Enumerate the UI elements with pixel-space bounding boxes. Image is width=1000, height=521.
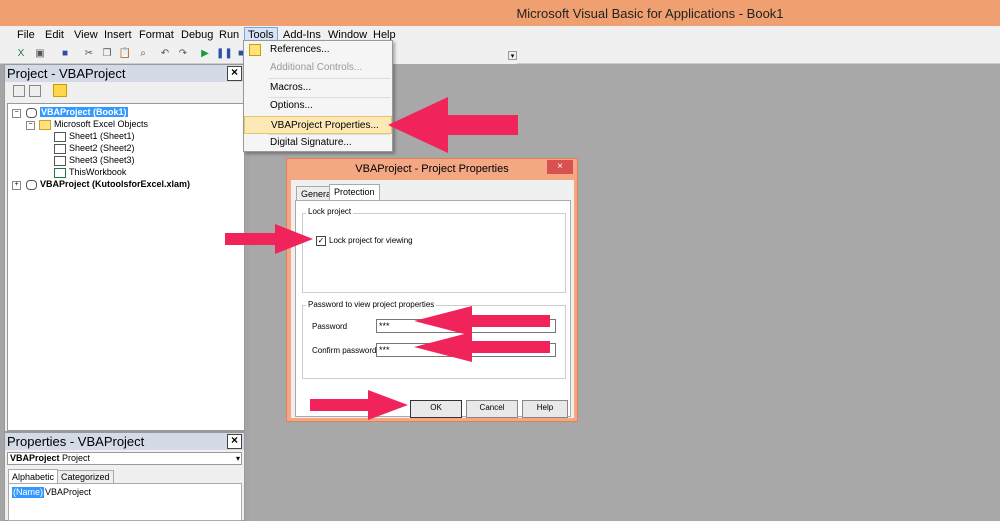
- properties-panel-title: Properties - VBAProject: [5, 433, 244, 450]
- undo-icon[interactable]: ↶: [158, 47, 172, 61]
- save-icon[interactable]: ■: [58, 47, 72, 61]
- annotation-arrow-menu: [388, 97, 518, 153]
- close-icon[interactable]: ×: [547, 160, 573, 174]
- tree-item-project-book1[interactable]: VBAProject (Book1): [26, 107, 128, 118]
- menu-item-digital-signature[interactable]: Digital Signature...: [244, 134, 392, 152]
- project-tree: − VBAProject (Book1) − Microsoft Excel O…: [7, 103, 245, 431]
- menu-item-additional-controls: Additional Controls...: [270, 62, 363, 73]
- properties-window: Properties - VBAProject × VBAProject Pro…: [4, 432, 245, 521]
- tree-item-folder[interactable]: Microsoft Excel Objects: [39, 119, 148, 130]
- project-explorer: Project - VBAProject × − VBAProject (Boo…: [4, 64, 245, 432]
- dialog-title: VBAProject - Project Properties: [355, 163, 509, 175]
- find-icon[interactable]: ⌕: [136, 47, 150, 61]
- collapse-icon[interactable]: −: [26, 121, 35, 130]
- annotation-arrow-confirm: [414, 332, 550, 362]
- tab-alphabetic[interactable]: Alphabetic: [8, 469, 59, 483]
- menu-item-references[interactable]: References...: [244, 41, 392, 59]
- break-icon[interactable]: ❚❚: [216, 47, 233, 61]
- menu-view[interactable]: View: [71, 28, 101, 42]
- copy-icon[interactable]: ❐: [100, 47, 114, 61]
- tree-item-project-kutools[interactable]: VBAProject (KutoolsforExcel.xlam): [26, 179, 190, 190]
- cancel-button[interactable]: Cancel: [466, 400, 518, 418]
- property-grid: (Name) VBAProject: [8, 483, 242, 521]
- worksheet-icon: [54, 143, 66, 154]
- toolbar-overflow-icon[interactable]: ▾: [508, 51, 517, 60]
- insert-userform-icon[interactable]: ▣: [33, 47, 47, 61]
- tools-menu: References... Additional Controls... Mac…: [243, 40, 393, 152]
- collapse-icon[interactable]: −: [12, 109, 21, 118]
- confirm-password-label: Confirm password: [312, 346, 377, 355]
- run-icon[interactable]: ▶: [198, 47, 212, 61]
- tree-item-sheet1[interactable]: Sheet1 (Sheet1): [54, 131, 135, 142]
- close-icon[interactable]: ×: [227, 66, 242, 81]
- cut-icon[interactable]: ✂: [82, 47, 96, 61]
- help-button[interactable]: Help: [522, 400, 568, 418]
- tree-item-sheet2[interactable]: Sheet2 (Sheet2): [54, 143, 135, 154]
- menu-run[interactable]: Run: [216, 28, 242, 42]
- menu-format[interactable]: Format: [136, 28, 177, 42]
- window-title: Microsoft Visual Basic for Applications …: [516, 6, 784, 21]
- menu-insert[interactable]: Insert: [101, 28, 135, 42]
- object-selector[interactable]: VBAProject Project ▾: [7, 452, 242, 465]
- lock-project-label: Lock project for viewing: [329, 236, 413, 245]
- menu-item-macros[interactable]: Macros...: [244, 79, 392, 97]
- vbaproject-icon: [26, 179, 37, 190]
- lock-project-checkbox[interactable]: ✓: [316, 236, 326, 246]
- view-object-icon[interactable]: [29, 85, 41, 97]
- worksheet-icon: [54, 155, 66, 166]
- folder-icon: [39, 119, 51, 130]
- expand-icon[interactable]: +: [12, 181, 21, 190]
- menu-item-options[interactable]: Options...: [244, 97, 392, 115]
- dialog-body: General Protection Lock project ✓ Lock p…: [291, 180, 574, 418]
- project-properties-dialog: VBAProject - Project Properties × Genera…: [286, 158, 578, 422]
- tree-item-sheet3[interactable]: Sheet3 (Sheet3): [54, 155, 135, 166]
- redo-icon[interactable]: ↷: [176, 47, 190, 61]
- property-name[interactable]: (Name): [12, 487, 45, 498]
- password-label: Password: [312, 322, 348, 331]
- property-value[interactable]: VBAProject: [45, 487, 91, 498]
- tab-categorized[interactable]: Categorized: [57, 470, 114, 483]
- tree-item-thisworkbook[interactable]: ThisWorkbook: [54, 167, 126, 178]
- menu-item-vbaproject-properties[interactable]: VBAProject Properties...: [244, 116, 392, 134]
- ok-button[interactable]: OK: [410, 400, 462, 418]
- worksheet-icon: [54, 131, 66, 142]
- paste-icon[interactable]: 📋: [118, 47, 132, 61]
- annotation-arrow-checkbox: [225, 224, 313, 254]
- view-code-icon[interactable]: [13, 85, 25, 97]
- window-title-bar: Microsoft Visual Basic for Applications …: [0, 0, 1000, 26]
- close-icon[interactable]: ×: [227, 434, 242, 449]
- excel-icon[interactable]: X: [14, 47, 28, 61]
- menu-bar: File Edit View Insert Format Debug Run T…: [0, 26, 1000, 45]
- vbaproject-icon: [26, 107, 37, 118]
- chevron-down-icon[interactable]: ▾: [236, 453, 240, 464]
- annotation-arrow-ok: [310, 390, 408, 420]
- project-panel-title: Project - VBAProject: [5, 65, 244, 82]
- menu-file[interactable]: File: [14, 28, 38, 42]
- lock-project-group-label: Lock project: [306, 207, 354, 216]
- toggle-folders-icon[interactable]: [53, 84, 67, 97]
- menu-debug[interactable]: Debug: [178, 28, 216, 42]
- menu-edit[interactable]: Edit: [42, 28, 67, 42]
- workbook-icon: [54, 167, 66, 178]
- lock-project-group: [302, 213, 566, 293]
